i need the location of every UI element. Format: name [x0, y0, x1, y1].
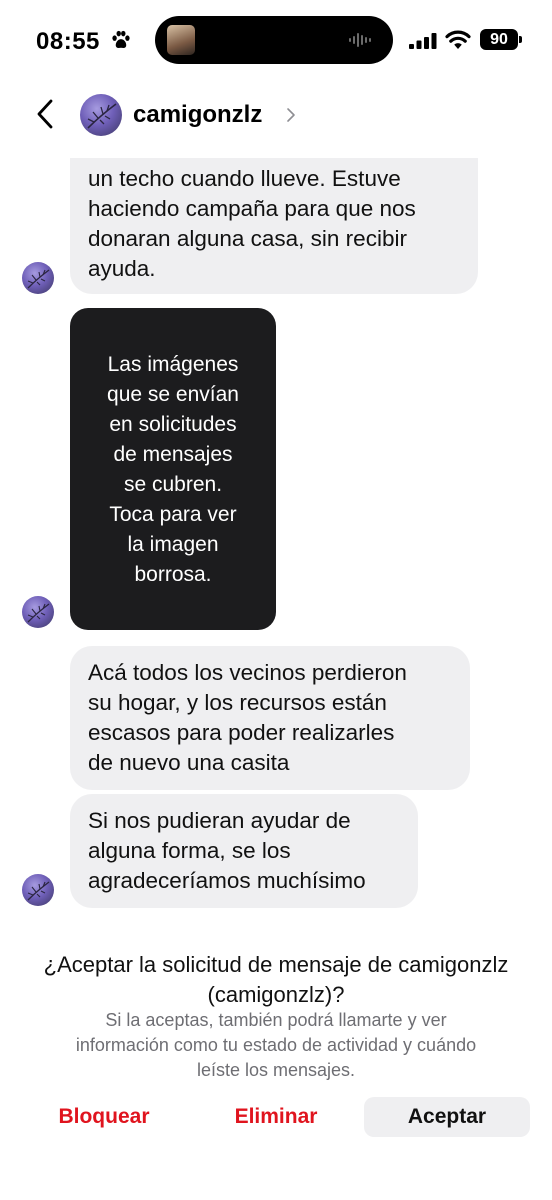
block-button[interactable]: Bloquear	[40, 1097, 168, 1137]
contact-avatar[interactable]	[80, 94, 122, 136]
message-text: Acá todos los vecinos perdieron su hogar…	[88, 660, 407, 775]
signal-icon	[409, 33, 437, 49]
now-playing-thumbnail	[167, 25, 195, 55]
sender-avatar[interactable]	[22, 262, 54, 294]
message-text: Si nos pudieran ayudar de alguna forma, …	[88, 808, 366, 893]
message-bubble[interactable]: un techo cuando llueve. Estuve haciendo …	[70, 158, 478, 294]
contact-username[interactable]: camigonzlz	[133, 101, 262, 129]
message-request-panel: ¿Aceptar la solicitud de mensaje de cami…	[0, 928, 552, 1200]
palm-leaf-graphic	[87, 103, 117, 129]
blurred-image-placeholder[interactable]: Las imágenes que se envían en solicitude…	[70, 308, 276, 630]
conversation-header: camigonzlz	[0, 80, 552, 158]
status-bar: 08:55 90	[0, 0, 552, 80]
delete-button[interactable]: Eliminar	[212, 1097, 340, 1137]
palm-leaf-graphic	[27, 269, 50, 289]
battery-icon: 90	[480, 29, 522, 50]
chevron-right-icon[interactable]	[286, 107, 296, 123]
dynamic-island[interactable]	[155, 16, 393, 64]
accept-button[interactable]: Aceptar	[364, 1097, 530, 1137]
blurred-image-notice: Las imágenes que se envían en solicitude…	[107, 353, 239, 586]
paw-icon	[112, 30, 130, 48]
sender-avatar[interactable]	[22, 596, 54, 628]
message-bubble[interactable]: Acá todos los vecinos perdieron su hogar…	[70, 646, 470, 790]
palm-leaf-graphic	[27, 881, 50, 901]
message-text: un techo cuando llueve. Estuve haciendo …	[88, 166, 416, 281]
palm-leaf-graphic	[27, 603, 50, 623]
back-arrow-icon[interactable]	[34, 98, 56, 130]
request-title: ¿Aceptar la solicitud de mensaje de cami…	[43, 952, 509, 1007]
audio-waveform-icon	[349, 33, 371, 47]
message-thread[interactable]: un techo cuando llueve. Estuve haciendo …	[0, 158, 552, 928]
message-bubble[interactable]: Si nos pudieran ayudar de alguna forma, …	[70, 794, 418, 908]
sender-avatar[interactable]	[22, 874, 54, 906]
clock: 08:55	[36, 28, 100, 55]
request-description: Si la aceptas, también podrá llamarte y …	[75, 1010, 477, 1080]
wifi-icon	[445, 30, 471, 49]
